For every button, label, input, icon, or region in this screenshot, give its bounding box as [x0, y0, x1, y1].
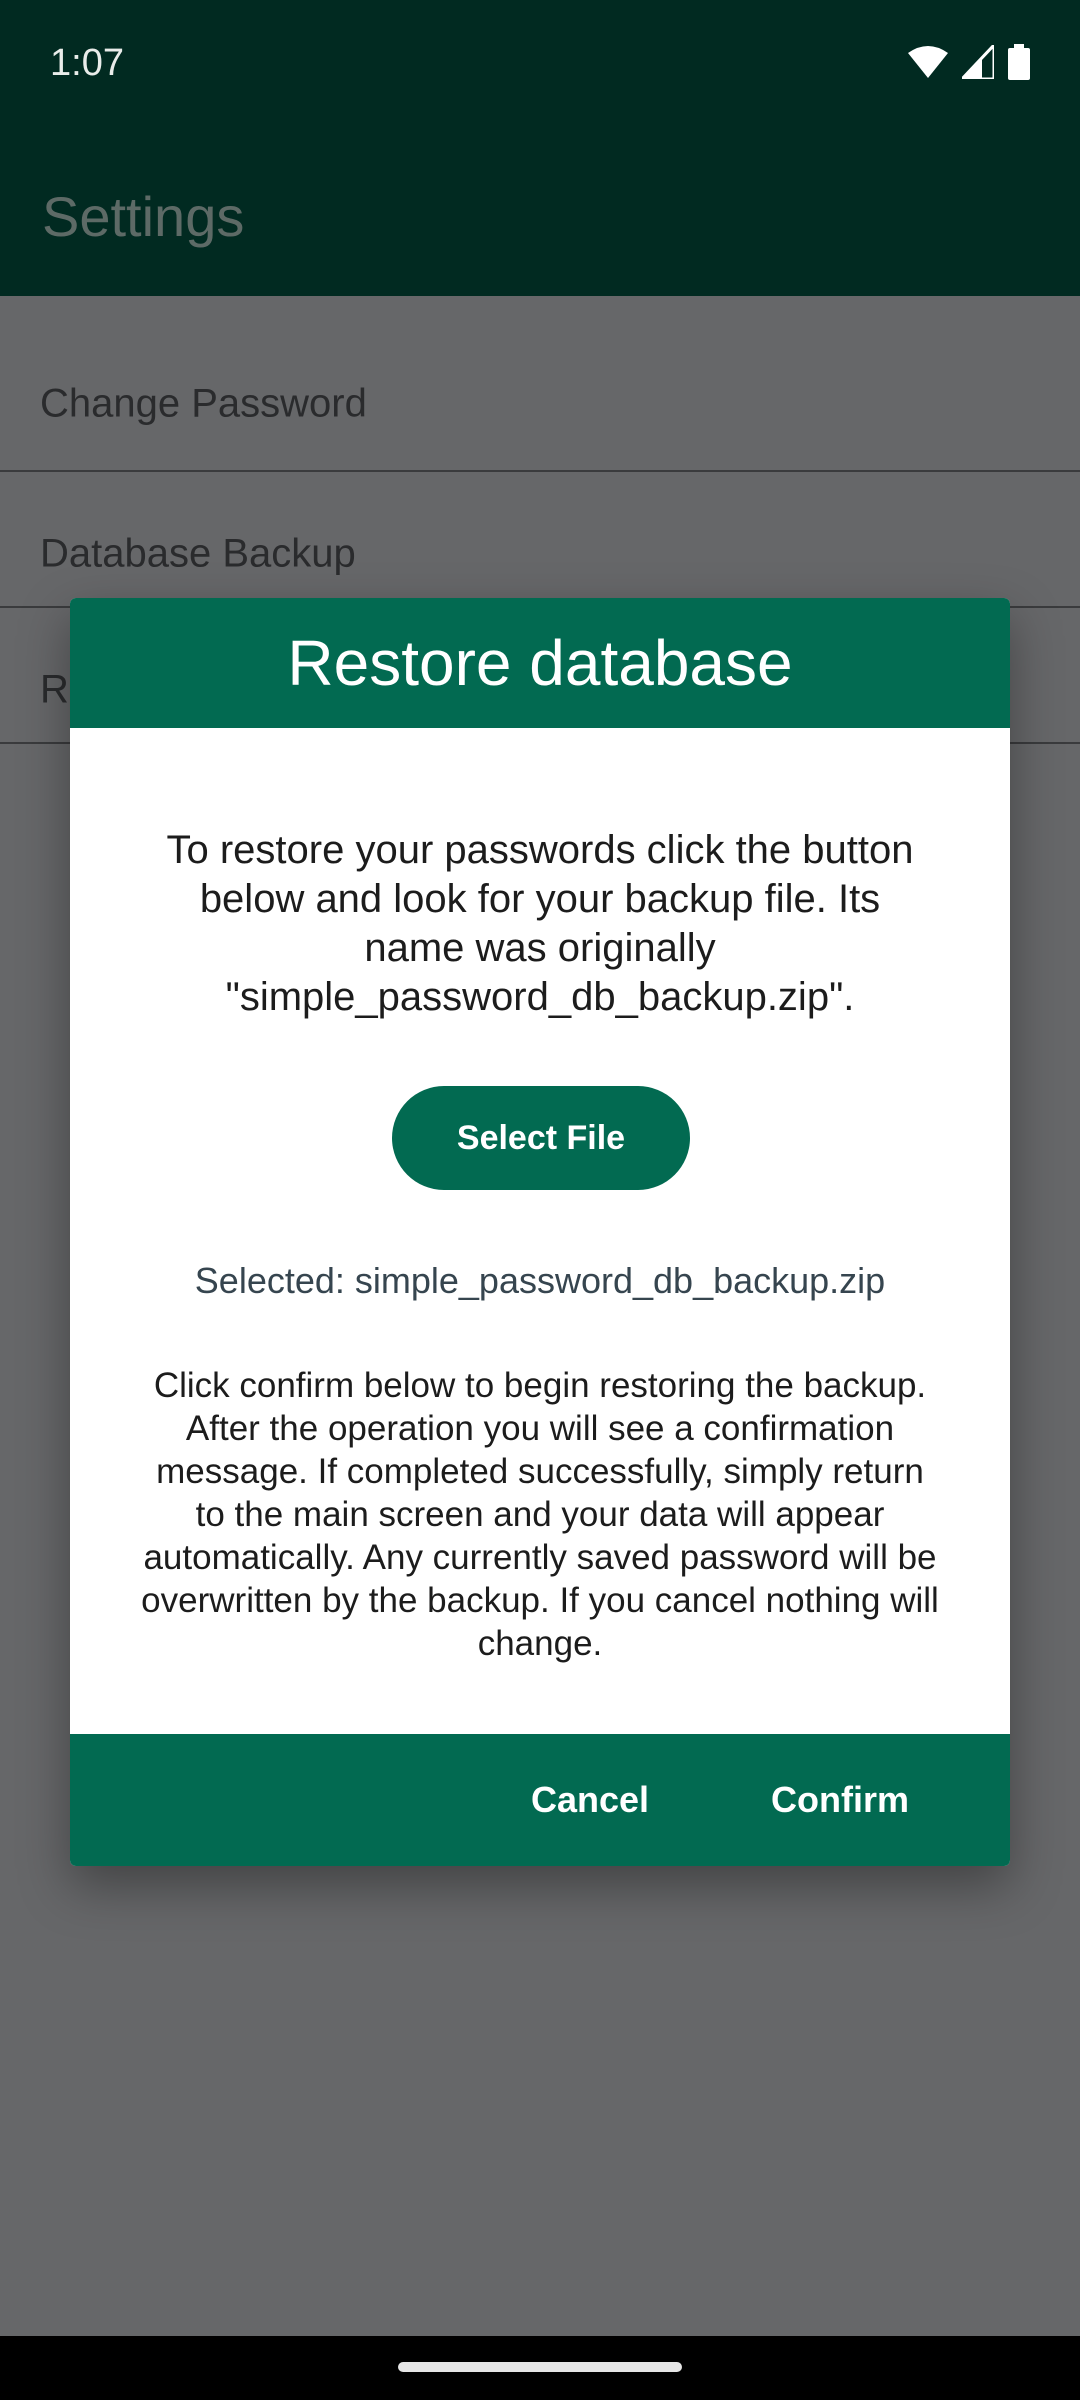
signal-icon — [962, 45, 994, 79]
dialog-title: Restore database — [287, 627, 793, 699]
wifi-icon — [908, 46, 948, 78]
settings-item-label: Database Backup — [40, 531, 356, 576]
info-text: Click confirm below to begin restoring t… — [141, 1366, 939, 1663]
status-icons — [908, 44, 1030, 80]
settings-item-label: Change Password — [40, 381, 367, 426]
selected-file-text: Selected: simple_password_db_backup.zip — [194, 1260, 886, 1301]
dialog-footer: Cancel Confirm — [70, 1734, 1010, 1866]
dialog-header: Restore database — [70, 598, 1010, 728]
status-bar: 1:07 — [0, 0, 1080, 128]
home-handle[interactable] — [398, 2362, 682, 2372]
intro-text: To restore your passwords click the butt… — [166, 828, 914, 1019]
navigation-bar — [0, 2336, 1080, 2400]
settings-item-change-password[interactable]: Change Password — [0, 296, 1080, 472]
select-file-button[interactable]: Select File — [392, 1086, 690, 1190]
status-time: 1:07 — [50, 42, 124, 84]
page-title: Settings — [42, 185, 245, 248]
restore-dialog: Restore database To restore your passwor… — [70, 598, 1010, 1866]
dialog-body: To restore your passwords click the butt… — [70, 728, 1010, 1734]
battery-icon — [1008, 44, 1030, 80]
cancel-button[interactable]: Cancel — [490, 1734, 690, 1866]
settings-item-database-backup[interactable]: Database Backup — [0, 472, 1080, 608]
app-bar: Settings — [0, 128, 1080, 296]
confirm-button[interactable]: Confirm — [730, 1734, 950, 1866]
